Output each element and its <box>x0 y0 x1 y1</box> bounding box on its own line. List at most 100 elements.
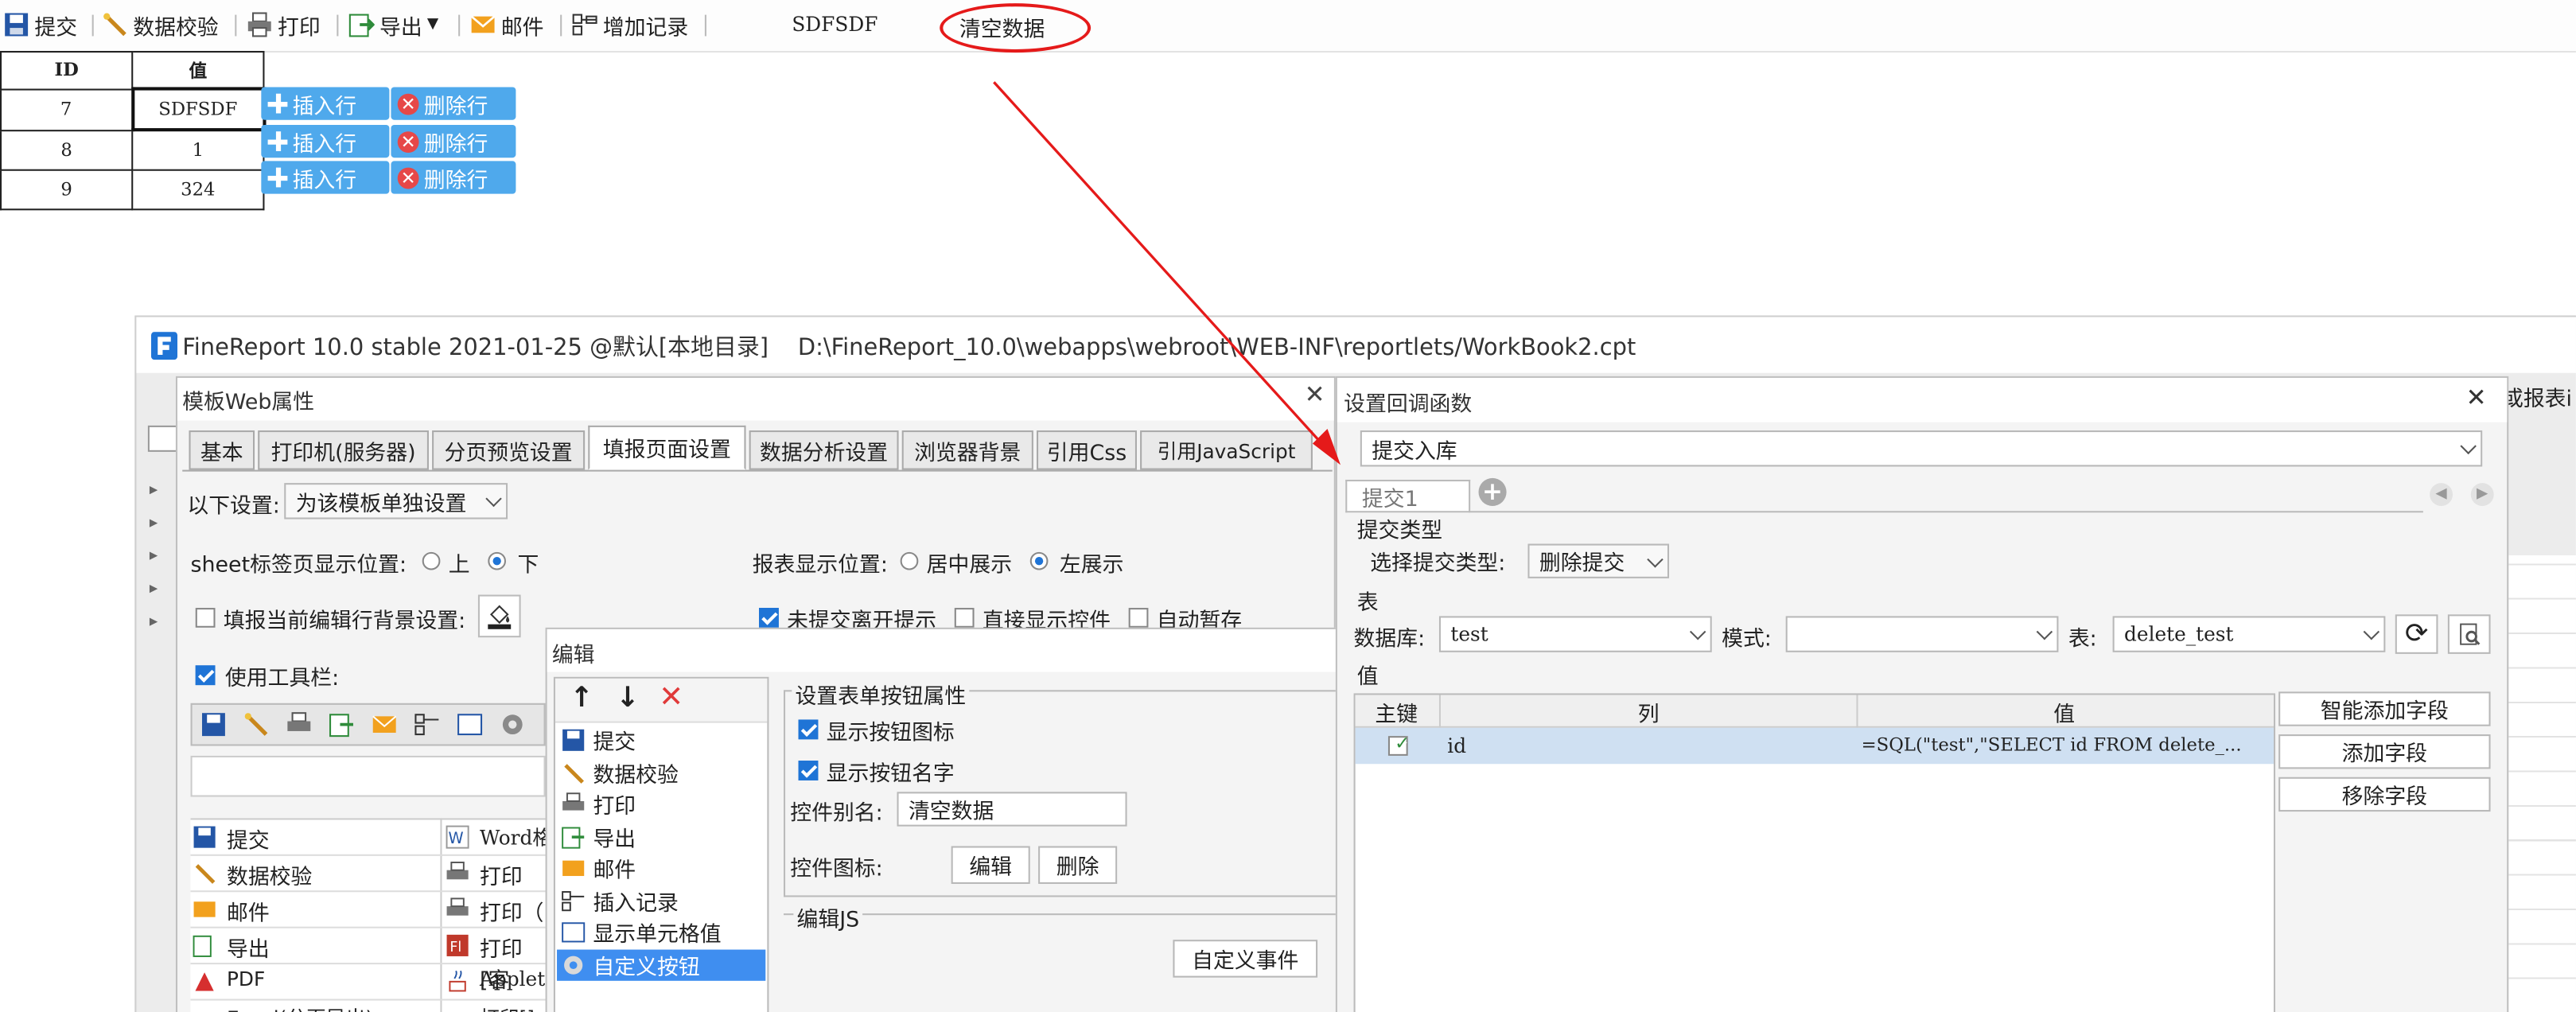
cell-value[interactable]: 324 <box>131 169 265 211</box>
export-icon[interactable] <box>329 711 355 738</box>
submit-button[interactable]: 提交 <box>3 8 77 41</box>
print-button[interactable]: 打印 <box>247 8 321 41</box>
cell-value[interactable]: 1 <box>131 129 265 171</box>
svg-text:W: W <box>448 829 463 847</box>
delete-row-button[interactable]: ✕ 删除行 <box>391 124 516 158</box>
submit-type-group-title: 提交类型 <box>1356 519 1443 544</box>
tab-page-preview[interactable]: 分页预览设置 <box>432 430 586 470</box>
paint-bucket-button[interactable] <box>477 594 521 638</box>
tab-basic[interactable]: 基本 <box>189 430 255 470</box>
save-icon[interactable] <box>200 711 227 738</box>
cell-value[interactable]: SDFSDF <box>130 87 266 132</box>
tab-css[interactable]: 引用Css <box>1037 430 1137 470</box>
printer-icon[interactable] <box>286 711 312 738</box>
gear-icon[interactable] <box>500 711 526 738</box>
list-item[interactable]: 邮件 打印（ <box>190 892 546 928</box>
report-pos-center-radio[interactable] <box>900 551 919 570</box>
save-icon <box>562 729 585 751</box>
edit-list-item[interactable]: 显示单元格值 <box>557 917 765 948</box>
add-record-button[interactable]: 增加记录 <box>572 8 688 41</box>
submit-type-select[interactable]: 删除提交 <box>1527 543 1670 578</box>
delete-x-icon: ✕ <box>397 166 419 189</box>
tab-printer-server[interactable]: 打印机(服务器) <box>258 430 429 470</box>
list-item-label: 邮件 <box>226 901 270 927</box>
check-wand-icon[interactable] <box>243 711 270 738</box>
list-item[interactable]: 提交 W Word格 <box>190 819 552 856</box>
icon-delete-button[interactable]: 删除 <box>1038 846 1118 884</box>
mapping-value-formula: =SQL("test","SELECT id FROM delete_... <box>1861 734 2242 756</box>
fill-row-bg-checkbox[interactable] <box>195 608 216 628</box>
arrow-up-icon[interactable]: ↑ <box>570 682 593 714</box>
list-item[interactable]: Excel(分页导出) 打印[] <box>191 1001 546 1012</box>
export-button[interactable]: 导出 ▼ <box>348 8 438 41</box>
edit-list-item[interactable]: 导出 <box>557 822 765 853</box>
sheet-pos-bottom-radio[interactable] <box>488 551 507 570</box>
insert-row-label: 插入行 <box>292 132 357 158</box>
alias-input[interactable]: 清空数据 <box>897 792 1127 827</box>
chevron-left-icon[interactable]: ◀ <box>2430 483 2453 507</box>
schema-select[interactable] <box>1785 616 2059 652</box>
list-item[interactable]: PDF Applet <box>190 964 546 1001</box>
data-check-button[interactable]: 数据校验 <box>102 8 219 41</box>
mail-button[interactable]: 邮件 <box>470 8 544 41</box>
cell-value-icon[interactable] <box>457 711 483 738</box>
add-tab-icon[interactable]: + <box>1478 478 1507 507</box>
icon-label: 控件图标: <box>790 857 883 882</box>
autosave-checkbox[interactable] <box>1128 608 1149 628</box>
mail-icon[interactable] <box>372 711 398 738</box>
smart-add-field-button[interactable]: 智能添加字段 <box>2278 691 2491 726</box>
insert-row-button[interactable]: 插入行 <box>261 87 390 120</box>
flash-print-icon: Fl <box>446 934 469 956</box>
show-name-checkbox[interactable] <box>798 761 819 780</box>
add-field-button[interactable]: 添加字段 <box>2278 734 2491 769</box>
close-icon[interactable]: ✕ <box>2466 383 2487 412</box>
use-toolbar-checkbox[interactable] <box>195 665 216 686</box>
database-label: 数据库: <box>1353 627 1426 652</box>
close-icon[interactable]: ✕ <box>1305 380 1325 409</box>
toolbar-preview-empty-row <box>190 755 546 797</box>
tab-fill-page-settings[interactable]: 填报页面设置 <box>588 425 746 470</box>
side-panel-icon[interactable] <box>147 425 178 452</box>
show-icon-checkbox[interactable] <box>798 719 819 740</box>
insert-row-button[interactable]: 插入行 <box>261 124 390 158</box>
edit-list-item[interactable]: 数据校验 <box>557 757 765 788</box>
tab-strip-border <box>182 469 1333 472</box>
table-name-select[interactable]: delete_test <box>2112 616 2386 652</box>
icon-edit-button[interactable]: 编辑 <box>951 846 1030 884</box>
unsubmitted-warning-checkbox[interactable] <box>759 608 779 628</box>
toolbar-divider <box>235 14 237 37</box>
sheet-pos-top-radio[interactable] <box>422 551 441 570</box>
settings-scope-select[interactable]: 为该模板单独设置 <box>284 483 508 520</box>
plus-icon <box>267 131 288 151</box>
toolbar-field-text: SDFSDF <box>792 13 878 37</box>
tab-browser-background[interactable]: 浏览器背景 <box>901 430 1033 470</box>
edit-list-item[interactable]: 提交 <box>557 725 765 756</box>
tab-javascript[interactable]: 引用JavaScript <box>1140 430 1313 470</box>
edit-list-item[interactable]: 插入记录 <box>557 886 765 917</box>
preview-table-button[interactable] <box>2447 614 2491 654</box>
database-select[interactable]: test <box>1438 616 1712 652</box>
edit-list-item[interactable]: 邮件 <box>557 853 765 884</box>
delete-row-button[interactable]: ✕ 删除行 <box>391 161 516 194</box>
dialog-titlebar <box>177 377 1334 421</box>
arrow-down-icon[interactable]: ↓ <box>616 682 639 714</box>
tab-data-analysis[interactable]: 数据分析设置 <box>749 430 899 470</box>
chevron-right-icon[interactable]: ▶ <box>2470 483 2494 507</box>
submit-label: 提交 <box>34 15 78 41</box>
add-record-icon[interactable] <box>414 711 440 738</box>
annotation-circle <box>940 3 1091 53</box>
list-item[interactable]: 数据校验 打印 <box>190 856 546 893</box>
delete-row-button[interactable]: ✕ 删除行 <box>391 87 516 120</box>
edit-list-item[interactable]: 打印 <box>557 788 765 819</box>
custom-event-button[interactable]: 自定义事件 <box>1173 940 1318 978</box>
remove-field-button[interactable]: 移除字段 <box>2278 777 2491 812</box>
edit-list-item-selected[interactable]: 自定义按钮 <box>557 949 766 981</box>
callback-type-select[interactable]: 提交入库 <box>1360 430 2483 467</box>
report-pos-left-radio[interactable] <box>1029 551 1049 570</box>
refresh-button[interactable]: ⟳ <box>2395 614 2438 654</box>
insert-row-button[interactable]: 插入行 <box>261 161 390 194</box>
delete-x-icon[interactable]: ✕ <box>659 680 683 714</box>
list-item[interactable]: 导出 Fl 打印[客 <box>190 928 546 994</box>
tab-submit-1[interactable]: 提交1 <box>1345 479 1471 513</box>
show-controls-checkbox[interactable] <box>954 608 975 628</box>
